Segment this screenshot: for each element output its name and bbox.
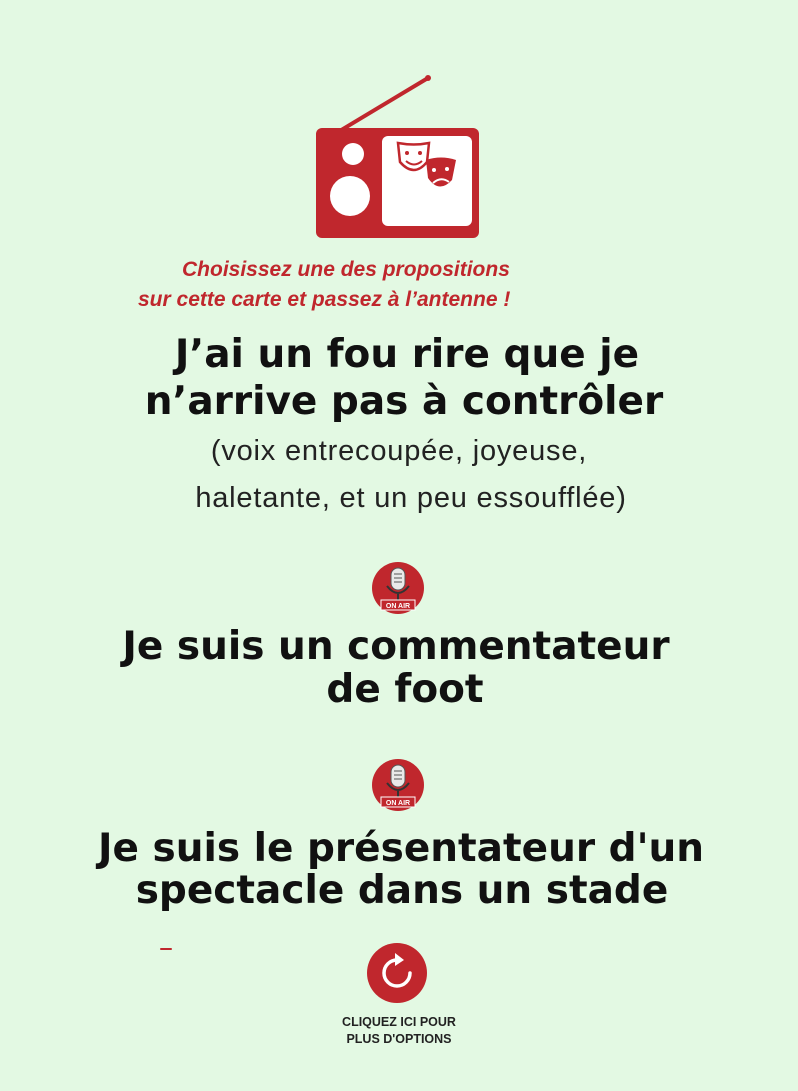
radio-icon xyxy=(316,75,479,238)
logo-label: SITUATIONS xyxy=(392,202,460,214)
proposition-3-title-line-1[interactable]: Je suis le présentateur d'un xyxy=(2,827,798,871)
proposition-3-title-line-2[interactable]: spectacle dans un stade xyxy=(3,869,798,913)
onair-microphone-icon: ON AIR xyxy=(372,562,424,614)
decorative-mark xyxy=(160,948,172,950)
proposition-2-title-line-1[interactable]: Je suis un commentateur xyxy=(0,625,795,669)
proposition-1-detail-line-1: (voix entrecoupée, joyeuse, xyxy=(210,435,588,467)
instructions-line-1: Choisissez une des propositions xyxy=(182,258,510,281)
situations-radio-logo: SITUATIONS xyxy=(310,70,485,242)
more-options-label-line-2[interactable]: PLUS D'OPTIONS xyxy=(300,1031,498,1048)
proposition-1-title-line-2[interactable]: n’arrive pas à contrôler xyxy=(5,380,798,424)
proposition-1-detail-line-2: haletante, et un peu essoufflée) xyxy=(195,482,627,514)
onair-label: ON AIR xyxy=(386,603,410,610)
proposition-2-title-line-2[interactable]: de foot xyxy=(6,668,798,712)
more-options-button[interactable] xyxy=(366,942,428,1004)
onair-label: ON AIR xyxy=(386,800,410,807)
proposition-1-title-line-1[interactable]: J’ai un fou rire que je xyxy=(8,333,798,377)
onair-microphone-icon: ON AIR xyxy=(372,759,424,811)
instructions-line-2: sur cette carte et passez à l’antenne ! xyxy=(138,288,511,311)
more-options-label[interactable]: CLIQUEZ ICI POUR PLUS D'OPTIONS xyxy=(300,1014,498,1048)
more-options-label-line-1[interactable]: CLIQUEZ ICI POUR xyxy=(300,1014,498,1031)
